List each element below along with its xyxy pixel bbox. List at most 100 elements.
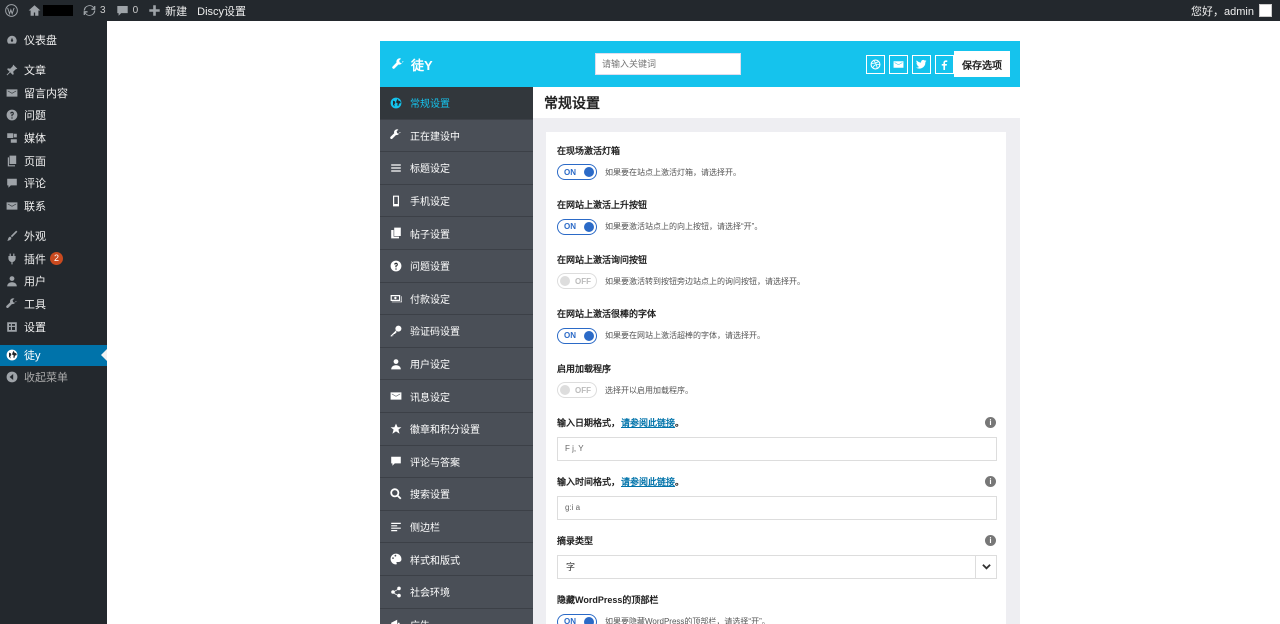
twitter-link[interactable] — [912, 54, 931, 74]
menu-plugins[interactable]: 插件 2 — [0, 247, 107, 270]
menu-theme-options[interactable]: 徒y — [0, 344, 107, 366]
nav-label: 验证码设置 — [410, 327, 460, 339]
nav-comments-answers[interactable]: 评论与答案 — [380, 446, 533, 479]
nav-label: 用户设定 — [410, 360, 450, 372]
nav-social[interactable]: 社会环境 — [380, 576, 533, 609]
save-options-button[interactable]: 保存选项 — [954, 51, 1010, 77]
setting-label: 在网站上激活询问按钮 — [557, 254, 648, 265]
theme-settings-label: Discy设置 — [197, 5, 247, 18]
lightbox-toggle[interactable]: ON — [557, 164, 597, 180]
setting-label: 隐藏WordPress的顶部栏 — [557, 595, 659, 605]
media-icon — [6, 132, 18, 144]
menu-messages[interactable]: 留言内容 — [0, 81, 107, 104]
setting-description: 如果要激活站点上的向上按钮，请选择“开”。 — [605, 222, 763, 231]
menu-questions[interactable]: 问题 — [0, 104, 107, 127]
menu-posts[interactable]: 文章 — [0, 59, 107, 82]
loader-toggle[interactable]: OFF — [557, 382, 597, 398]
menu-tools[interactable]: 工具 — [0, 293, 107, 316]
ask-button-toggle[interactable]: OFF — [557, 273, 597, 289]
nav-users[interactable]: 用户设定 — [380, 348, 533, 381]
wordpress-logo[interactable] — [0, 0, 23, 21]
section-title: 常规设置 — [533, 87, 1020, 118]
label-text: 输入日期格式， — [557, 418, 621, 428]
toggle-knob — [584, 616, 594, 624]
nav-ads[interactable]: 广告 — [380, 609, 533, 624]
select-value: 字 — [566, 562, 576, 572]
nav-general[interactable]: 常规设置 — [380, 87, 533, 120]
nav-header[interactable]: 标题设定 — [380, 152, 533, 185]
menu-pages[interactable]: 页面 — [0, 149, 107, 172]
nav-label: 常规设置 — [410, 99, 450, 111]
menu-icon — [390, 162, 402, 174]
updates-link[interactable]: 3 — [78, 0, 111, 21]
comments-link[interactable]: 0 — [111, 0, 144, 21]
nav-search[interactable]: 搜索设置 — [380, 478, 533, 511]
go-up-toggle[interactable]: ON — [557, 218, 597, 235]
wordpress-icon — [5, 4, 18, 17]
toggle-state: ON — [564, 222, 576, 231]
nav-captcha[interactable]: 验证码设置 — [380, 315, 533, 348]
date-format-help-link[interactable]: 请参阅此链接 — [621, 416, 675, 429]
account-greeting[interactable]: 您好，admin — [1191, 0, 1254, 21]
dribbble-link[interactable] — [866, 54, 885, 74]
nav-label: 标题设定 — [410, 164, 450, 176]
user-icon — [6, 275, 18, 287]
info-icon[interactable]: i — [985, 476, 996, 487]
setting-description: 如果要在站点上激活灯箱，请选择开。 — [605, 167, 741, 177]
setting-label: 输入时间格式， 请参阅此链接。 i — [557, 476, 996, 488]
menu-label: 评论 — [24, 178, 46, 191]
nav-label: 付款设定 — [410, 294, 450, 306]
new-content-link[interactable]: 新建 — [143, 0, 192, 21]
site-name-link[interactable] — [23, 0, 78, 21]
facebook-link[interactable] — [935, 54, 954, 74]
theme-settings-link[interactable]: Discy设置 — [192, 0, 251, 21]
menu-settings[interactable]: 设置 — [0, 315, 107, 338]
options-search-input[interactable] — [595, 53, 741, 75]
menu-contact[interactable]: 联系 — [0, 195, 107, 218]
excerpt-type-select[interactable]: 字 — [557, 554, 997, 579]
nav-messages[interactable]: 讯息设定 — [380, 380, 533, 413]
avatar[interactable] — [1259, 4, 1272, 17]
info-icon[interactable]: i — [985, 417, 996, 428]
redacted-site-name — [43, 5, 73, 16]
menu-media[interactable]: 媒体 — [0, 127, 107, 150]
nav-styling[interactable]: 样式和版式 — [380, 543, 533, 576]
time-format-help-link[interactable]: 请参阅此链接 — [621, 475, 675, 488]
date-format-setting: 输入日期格式， 请参阅此链接。 i — [557, 416, 997, 476]
menu-comments[interactable]: 评论 — [0, 172, 107, 195]
menu-label: 页面 — [24, 155, 46, 168]
nav-maintenance[interactable]: 正在建设中 — [380, 120, 533, 153]
label-suffix: 。 — [675, 477, 685, 487]
hide-topbar-toggle[interactable]: ON — [557, 613, 597, 624]
nav-payment[interactable]: 付款设定 — [380, 283, 533, 316]
star-icon — [390, 423, 402, 435]
nav-mobile[interactable]: 手机设定 — [380, 185, 533, 218]
sidebar-icon — [390, 521, 402, 533]
info-icon[interactable]: i — [985, 535, 996, 546]
nav-badges-points[interactable]: 徽章和积分设置 — [380, 413, 533, 446]
plus-icon — [148, 4, 161, 17]
menu-appearance[interactable]: 外观 — [0, 225, 107, 248]
toggle-knob — [560, 276, 570, 286]
envelope-icon — [6, 87, 18, 99]
nav-questions[interactable]: 问题设置 — [380, 250, 533, 283]
nav-label: 评论与答案 — [410, 457, 460, 469]
excerpt-type-setting: 摘录类型 i 字 — [557, 535, 997, 594]
nav-posts[interactable]: 帖子设置 — [380, 217, 533, 250]
setting-description: 如果要激活转到按钮旁边站点上的询问按钮，请选择开。 — [605, 276, 805, 286]
toggle-state: ON — [564, 167, 576, 177]
nav-sidebar[interactable]: 侧边栏 — [380, 511, 533, 544]
menu-dashboard[interactable]: 仪表盘 — [0, 29, 107, 52]
date-format-input[interactable] — [557, 436, 997, 461]
label-text: 摘录类型 — [557, 536, 594, 546]
email-link[interactable] — [889, 54, 908, 74]
font-awesome-toggle[interactable]: ON — [557, 327, 597, 344]
loader-setting: 启用加载程序 OFF 选择开以启用加载程序。 — [557, 362, 996, 417]
collapse-menu-button[interactable]: 收起菜单 — [0, 366, 107, 389]
refresh-icon — [83, 4, 96, 17]
new-label: 新建 — [165, 5, 188, 18]
menu-label: 用户 — [24, 276, 46, 289]
copy-icon — [390, 227, 402, 239]
menu-users[interactable]: 用户 — [0, 270, 107, 293]
time-format-input[interactable] — [557, 495, 997, 520]
